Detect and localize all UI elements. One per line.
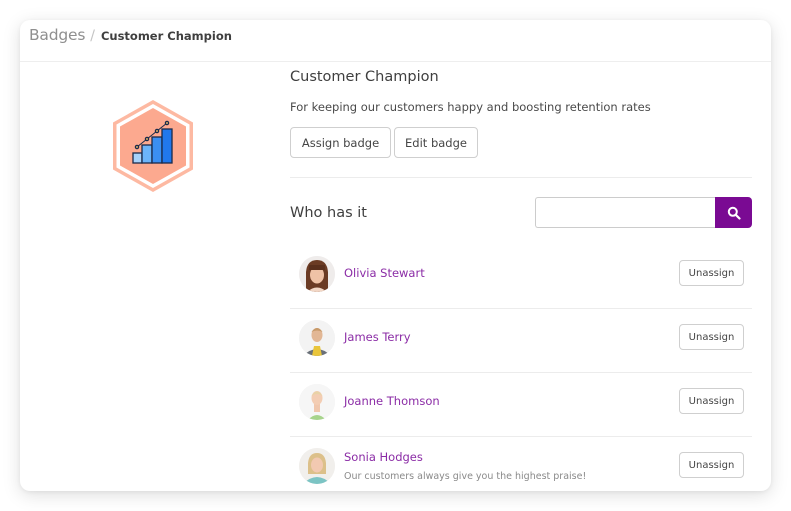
unassign-button[interactable]: Unassign (679, 260, 744, 286)
chart-bar-1 (132, 152, 143, 164)
holder-list-item: James Terry Unassign (290, 308, 752, 372)
breadcrumb: Badges / Customer Champion (20, 20, 771, 62)
chart-bar-4 (161, 128, 173, 164)
edit-badge-button[interactable]: Edit badge (394, 127, 478, 158)
breadcrumb-badges-link[interactable]: Badges (29, 26, 85, 44)
who-has-it-heading: Who has it (290, 205, 367, 221)
holder-name-link[interactable]: Joanne Thomson (344, 394, 440, 408)
trend-point (164, 120, 170, 126)
badge-image (113, 100, 193, 192)
unassign-button[interactable]: Unassign (679, 388, 744, 414)
holder-name-link[interactable]: Olivia Stewart (344, 266, 425, 280)
section-divider (290, 177, 752, 178)
holder-note: Our customers always give you the highes… (344, 471, 587, 482)
unassign-button[interactable]: Unassign (679, 452, 744, 478)
avatar (299, 384, 335, 420)
search-icon (727, 206, 741, 220)
search-button[interactable] (715, 197, 752, 228)
badge-title: Customer Champion (290, 69, 439, 85)
chart-bar-3 (151, 136, 163, 164)
holder-list-item: Joanne Thomson Unassign (290, 372, 752, 436)
trend-point (144, 136, 150, 142)
chart-bar-2 (141, 144, 153, 164)
avatar (299, 320, 335, 356)
assign-badge-button[interactable]: Assign badge (290, 127, 391, 158)
avatar (299, 256, 335, 292)
holder-name-link[interactable]: James Terry (344, 330, 411, 344)
badge-description: For keeping our customers happy and boos… (290, 100, 651, 114)
trend-point (154, 128, 160, 134)
holder-name-link[interactable]: Sonia Hodges (344, 450, 423, 464)
holder-search-input[interactable] (535, 197, 716, 228)
badge-detail-card: Badges / Customer Champion Customer Cham… (20, 20, 771, 491)
holder-list-item: Sonia Hodges Our customers always give y… (290, 436, 752, 491)
trend-point (134, 144, 140, 150)
breadcrumb-current: Customer Champion (100, 29, 232, 43)
breadcrumb-separator: / (90, 28, 95, 44)
holder-list-item: Olivia Stewart Unassign (290, 244, 752, 308)
avatar (299, 448, 335, 484)
unassign-button[interactable]: Unassign (679, 324, 744, 350)
